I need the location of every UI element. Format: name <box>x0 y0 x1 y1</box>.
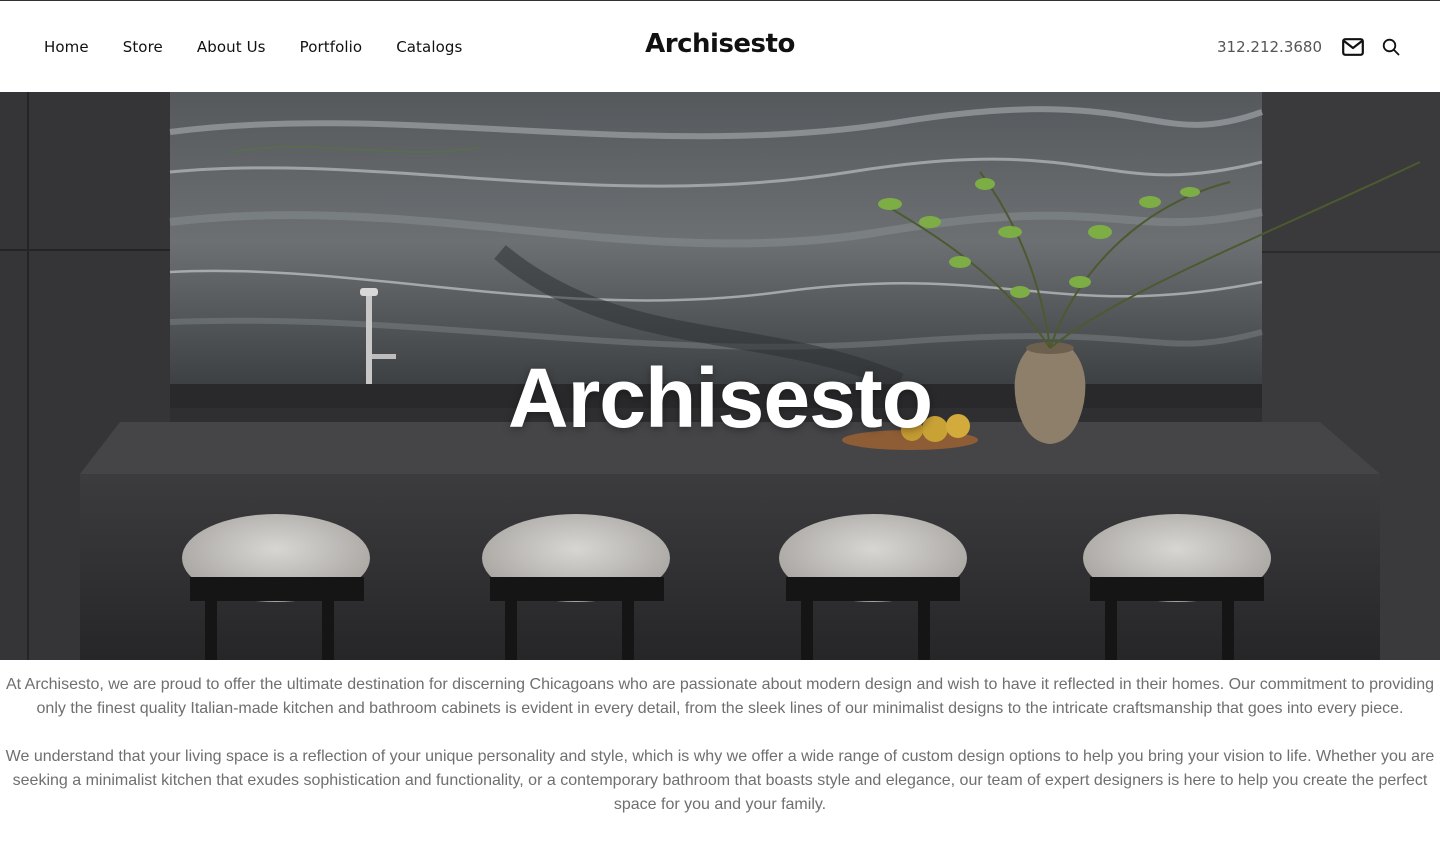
nav-home[interactable]: Home <box>44 38 89 56</box>
hero-banner: Archisesto <box>0 92 1440 660</box>
nav-about-us[interactable]: About Us <box>197 38 266 56</box>
phone-link[interactable]: 312.212.3680 <box>1217 38 1322 56</box>
intro-paragraph-2: We understand that your living space is … <box>5 748 1435 813</box>
site-header: Home Store About Us Portfolio Catalogs A… <box>0 1 1440 92</box>
search-icon[interactable] <box>1382 38 1400 56</box>
main-nav: Home Store About Us Portfolio Catalogs <box>44 1 496 92</box>
header-contact: 312.212.3680 <box>1217 1 1400 92</box>
intro-paragraph-1: At Archisesto, we are proud to offer the… <box>5 676 1435 717</box>
nav-portfolio[interactable]: Portfolio <box>300 38 363 56</box>
envelope-icon[interactable] <box>1342 37 1364 56</box>
nav-catalogs[interactable]: Catalogs <box>396 38 462 56</box>
nav-store[interactable]: Store <box>123 38 163 56</box>
intro-text: At Archisesto, we are proud to offer the… <box>0 673 1440 841</box>
hero-title: Archisesto <box>507 351 933 445</box>
brand-logo[interactable]: Archisesto <box>645 29 795 59</box>
